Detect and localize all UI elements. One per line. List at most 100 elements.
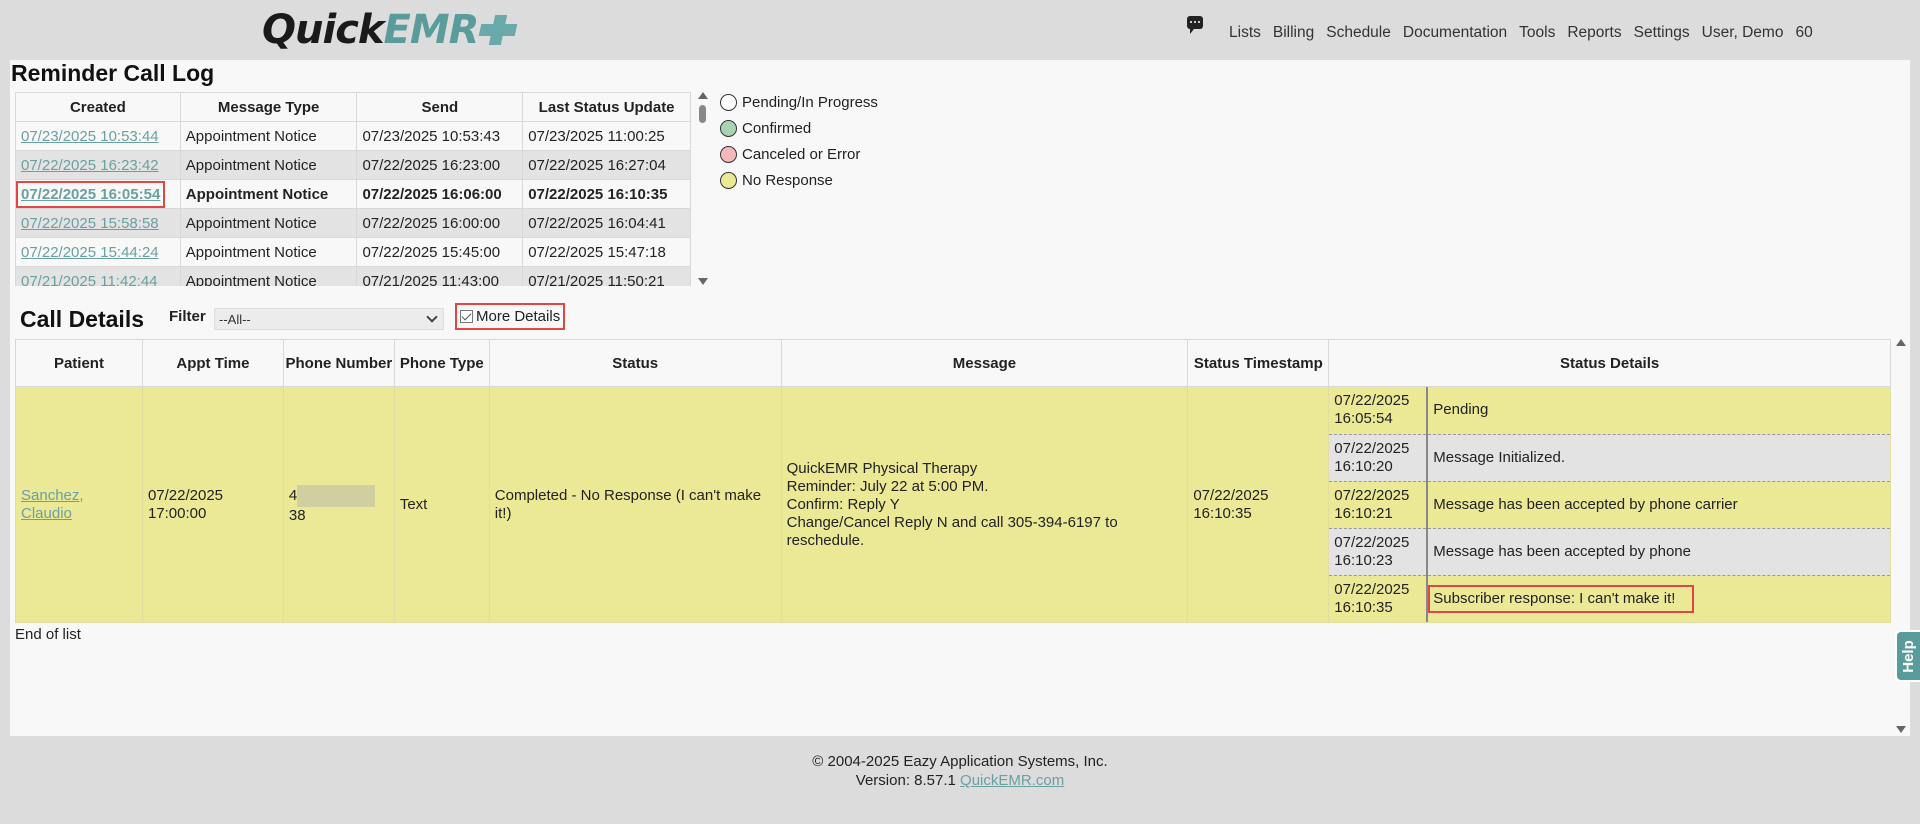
- col-created[interactable]: Created: [15, 92, 181, 122]
- more-details-checkbox[interactable]: More Details: [454, 303, 566, 330]
- logo-plus-icon: [480, 15, 516, 45]
- created-link[interactable]: 07/22/2025 15:58:58: [21, 215, 159, 232]
- phone-prefix: 4: [288, 486, 298, 504]
- send-cell: 07/22/2025 16:23:00: [356, 150, 524, 180]
- scroll-down-arrow-icon[interactable]: [1896, 726, 1906, 733]
- status-details-cell: 07/22/2025 16:05:54 Pending 07/22/2025 1…: [1328, 386, 1891, 623]
- page-title: Reminder Call Log: [11, 60, 215, 86]
- message-type-cell: Appointment Notice: [179, 208, 358, 238]
- patient-link[interactable]: Sanchez, Claudio: [21, 487, 84, 522]
- table-row[interactable]: 07/22/2025 15:44:24 Appointment Notice 0…: [15, 237, 691, 267]
- phone-suffix: 38: [288, 506, 306, 524]
- legend-label: No Response: [742, 171, 833, 189]
- scroll-down-arrow-icon[interactable]: [698, 278, 708, 285]
- nav-user[interactable]: User, Demo: [1702, 24, 1784, 42]
- message-type-cell: Appointment Notice: [179, 237, 358, 267]
- table-row[interactable]: 07/22/2025 15:58:58 Appointment Notice 0…: [15, 208, 691, 238]
- log-scrollbar[interactable]: [697, 89, 709, 287]
- help-tab[interactable]: Help: [1895, 630, 1920, 682]
- main-panel: Reminder Call Log Created Message Type S…: [10, 60, 1910, 736]
- appt-time-cell: 07/22/2025 17:00:00: [141, 386, 284, 623]
- status-detail-text: Message has been accepted by phone: [1427, 528, 1890, 576]
- created-link[interactable]: 07/22/2025 16:23:42: [21, 157, 159, 174]
- scroll-up-arrow-icon[interactable]: [1896, 339, 1906, 346]
- legend-no-response: No Response: [720, 167, 878, 193]
- legend-label: Pending/In Progress: [742, 93, 878, 111]
- send-cell: 07/22/2025 16:06:00: [356, 179, 524, 209]
- col-appt-time: Appt Time: [141, 339, 284, 387]
- chevron-down-icon: [426, 311, 438, 323]
- table-row[interactable]: 07/23/2025 10:53:44 Appointment Notice 0…: [15, 121, 691, 151]
- status-legend: Pending/In Progress Confirmed Canceled o…: [720, 89, 878, 193]
- message-line: Reminder: July 22 at 5:00 PM.: [786, 477, 989, 495]
- chat-icon[interactable]: [1187, 16, 1203, 34]
- filter-select[interactable]: --All--: [214, 308, 444, 330]
- version-text: Version: 8.57.1: [855, 772, 956, 789]
- reminder-log-table: Created Message Type Send Last Status Up…: [15, 92, 691, 286]
- logo-text-quick: Quick: [262, 7, 385, 53]
- col-status: Status: [488, 339, 782, 387]
- end-of-list-text: End of list: [15, 626, 81, 643]
- scroll-up-arrow-icon[interactable]: [698, 92, 708, 99]
- legend-label: Canceled or Error: [742, 145, 861, 163]
- message-cell: QuickEMR Physical Therapy Reminder: July…: [780, 386, 1189, 623]
- nav-tools[interactable]: Tools: [1519, 24, 1555, 42]
- status-detail-text: Message has been accepted by phone carri…: [1427, 481, 1890, 529]
- status-detail-row: 07/22/2025 16:10:20 Message Initialized.: [1329, 434, 1890, 482]
- call-detail-row: Sanchez, Claudio 07/22/2025 17:00:00 438…: [15, 386, 1891, 623]
- table-row-selected[interactable]: 07/22/2025 16:05:54 Appointment Notice 0…: [15, 179, 691, 209]
- status-detail-timestamp: 07/22/2025 16:10:35: [1329, 575, 1429, 622]
- session-timer: 60: [1795, 24, 1813, 41]
- col-message-type[interactable]: Message Type: [179, 92, 358, 122]
- legend-pending-dot: [720, 93, 737, 111]
- phone-number-cell: 438: [282, 386, 395, 623]
- status-detail-timestamp: 07/22/2025 16:05:54: [1329, 387, 1429, 435]
- col-send[interactable]: Send: [356, 92, 524, 122]
- reminder-log-table-container: Created Message Type Send Last Status Up…: [15, 92, 691, 286]
- created-link[interactable]: 07/21/2025 11:42:44: [21, 273, 158, 287]
- quickemr-logo[interactable]: Quick EMR: [262, 7, 516, 53]
- created-link[interactable]: 07/23/2025 10:53:44: [21, 128, 159, 145]
- filter-label: Filter: [169, 308, 206, 325]
- created-link[interactable]: 07/22/2025 15:44:24: [21, 244, 159, 261]
- updated-cell: 07/21/2025 11:50:21: [522, 266, 691, 286]
- nav-reports[interactable]: Reports: [1567, 24, 1621, 42]
- message-type-cell: Appointment Notice: [179, 121, 358, 151]
- nav-settings[interactable]: Settings: [1634, 24, 1690, 42]
- nav-billing[interactable]: Billing: [1273, 24, 1314, 42]
- status-detail-text: Subscriber response: I can't make it!: [1427, 575, 1890, 622]
- status-cell: Completed - No Response (I can't make it…: [488, 386, 782, 623]
- updated-cell: 07/22/2025 15:47:18: [522, 237, 691, 267]
- redacted-phone: [297, 484, 376, 507]
- table-row[interactable]: 07/21/2025 11:42:44 Appointment Notice 0…: [15, 266, 691, 287]
- message-line: QuickEMR Physical Therapy: [786, 459, 978, 477]
- created-link[interactable]: 07/22/2025 16:05:54: [15, 180, 166, 208]
- status-detail-timestamp: 07/22/2025 16:10:20: [1329, 434, 1429, 482]
- more-details-label: More Details: [476, 308, 561, 325]
- col-message: Message: [780, 339, 1189, 387]
- message-line: Change/Cancel Reply N and call 305-394-6…: [786, 513, 1118, 549]
- version-line: Version: 8.57.1 QuickEMR.com: [0, 771, 1920, 790]
- send-cell: 07/22/2025 15:45:00: [356, 237, 524, 267]
- legend-label: Confirmed: [742, 119, 812, 137]
- nav-schedule[interactable]: Schedule: [1326, 24, 1391, 42]
- scroll-thumb[interactable]: [699, 105, 706, 123]
- status-timestamp-cell: 07/22/2025 16:10:35: [1187, 386, 1330, 623]
- quickemr-link[interactable]: QuickEMR.com: [960, 772, 1064, 789]
- legend-no-response-dot: [720, 171, 737, 189]
- col-last-status-update[interactable]: Last Status Update: [522, 92, 691, 122]
- col-status-timestamp: Status Timestamp: [1187, 339, 1330, 387]
- updated-cell: 07/23/2025 11:00:25: [522, 121, 691, 151]
- nav-documentation[interactable]: Documentation: [1403, 24, 1507, 42]
- nav-lists[interactable]: Lists: [1229, 24, 1261, 42]
- phone-type-cell: Text: [393, 386, 490, 623]
- checkbox-checked-icon[interactable]: [460, 310, 473, 323]
- send-cell: 07/21/2025 11:43:00: [356, 266, 524, 286]
- send-cell: 07/23/2025 10:53:43: [356, 121, 524, 151]
- status-detail-text: Message Initialized.: [1427, 434, 1890, 482]
- main-nav: Lists Billing Schedule Documentation Too…: [1229, 24, 1825, 42]
- message-type-cell: Appointment Notice: [179, 266, 358, 286]
- table-row[interactable]: 07/22/2025 16:23:42 Appointment Notice 0…: [15, 150, 691, 180]
- subscriber-response-text: Subscriber response: I can't make it!: [1428, 584, 1695, 613]
- help-label: Help: [1900, 639, 1918, 673]
